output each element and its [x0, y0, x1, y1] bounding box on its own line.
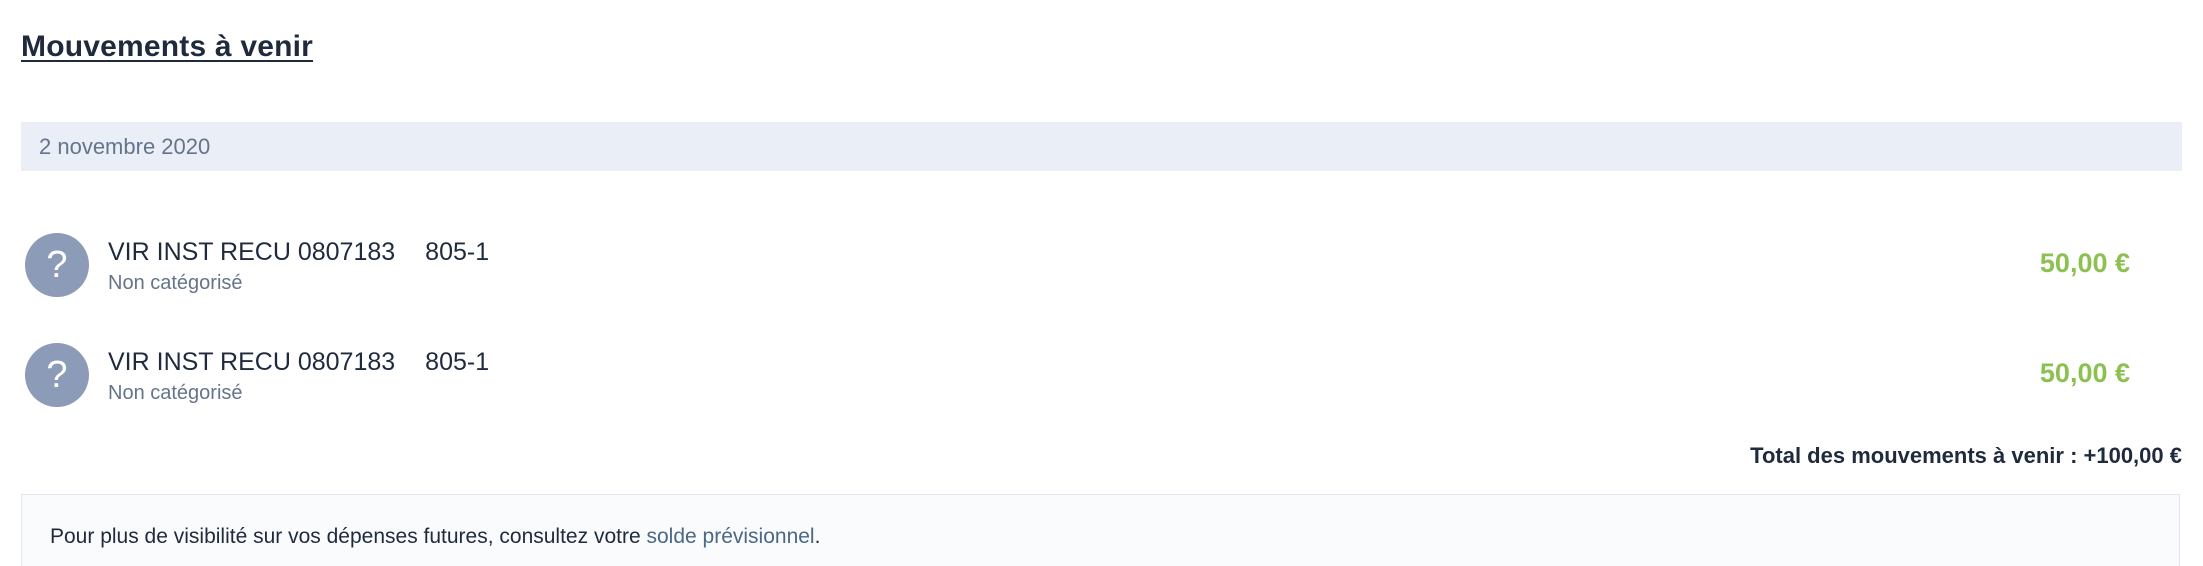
- transaction-category[interactable]: Non catégorisé: [108, 272, 243, 295]
- transaction-amount: 50,00 €: [2039, 248, 2130, 278]
- transaction-label: VIR INST RECU 0807183 805-1: [108, 238, 489, 267]
- forecast-info-box: Pour plus de visibilité sur vos dépenses…: [21, 494, 2180, 566]
- forecast-balance-link[interactable]: solde prévisionnel: [646, 525, 814, 548]
- question-mark-icon: ?: [25, 343, 89, 407]
- transaction-category[interactable]: Non catégorisé: [108, 382, 243, 405]
- transaction-row[interactable]: ? VIR INST RECU 0807183 805-1 Non catégor…: [21, 336, 2182, 416]
- upcoming-total: Total des mouvements à venir : +100,00 €: [1750, 443, 2182, 468]
- transaction-label-start: VIR INST RECU 0807183: [108, 238, 396, 266]
- redaction-mask: [395, 240, 426, 267]
- redaction-mask: [395, 350, 426, 377]
- date-group-header: 2 novembre 2020: [21, 122, 2182, 171]
- forecast-info-text-before: Pour plus de visibilité sur vos dépenses…: [50, 525, 647, 548]
- upcoming-movements-page: Mouvements à venir 2 novembre 2020 ? VIR…: [0, 0, 2203, 566]
- transaction-row[interactable]: ? VIR INST RECU 0807183 805-1 Non catégor…: [21, 226, 2182, 306]
- transaction-label-end: 805-1: [425, 238, 490, 266]
- date-group-label: 2 novembre 2020: [39, 133, 211, 159]
- forecast-info-text-after: .: [814, 525, 821, 548]
- forecast-info-text: Pour plus de visibilité sur vos dépenses…: [50, 525, 820, 549]
- transaction-amount: 50,00 €: [2039, 358, 2130, 388]
- transaction-label: VIR INST RECU 0807183 805-1: [108, 348, 489, 377]
- question-mark-icon: ?: [25, 233, 89, 297]
- transaction-label-start: VIR INST RECU 0807183: [108, 348, 396, 376]
- transaction-label-end: 805-1: [425, 348, 490, 376]
- section-title[interactable]: Mouvements à venir: [21, 30, 313, 64]
